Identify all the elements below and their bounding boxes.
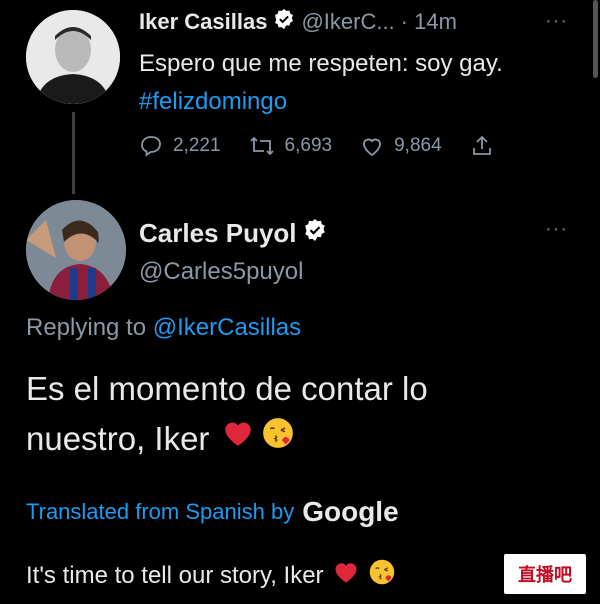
kiss-emoji: [261, 414, 295, 464]
tweet2-text: Es el momento de contar lo nuestro, Iker: [26, 364, 566, 464]
author-name[interactable]: Iker Casillas: [139, 9, 267, 35]
translated-text: It's time to tell our story, Iker: [26, 558, 396, 593]
like-icon: [363, 138, 381, 157]
author-handle[interactable]: @IkerC...: [301, 9, 394, 35]
verified-icon: [273, 8, 295, 36]
heart-emoji: [332, 558, 360, 593]
author-handle[interactable]: @Carles5puyol: [139, 258, 303, 286]
share-button[interactable]: [470, 134, 504, 158]
mention-link[interactable]: @IkerCasillas: [153, 314, 301, 341]
hashtag-link[interactable]: #felizdomingo: [139, 88, 287, 116]
heart-emoji: [221, 414, 255, 464]
more-options-icon[interactable]: ···: [545, 218, 568, 241]
tweet-time[interactable]: · 14m: [401, 9, 457, 35]
tweet2-text-line1: Es el momento de contar lo: [26, 370, 428, 407]
reply-icon: [141, 136, 161, 157]
tweet1-header: Iker Casillas @IkerC... · 14m: [139, 8, 457, 36]
like-button[interactable]: 9,864: [360, 134, 442, 158]
retweet-button[interactable]: 6,693: [249, 134, 333, 158]
more-options-icon[interactable]: ···: [545, 10, 568, 33]
avatar-iker-casillas[interactable]: [26, 10, 120, 104]
replying-prefix: Replying to: [26, 314, 153, 341]
retweet-count: 6,693: [284, 135, 333, 156]
kiss-emoji: [368, 558, 396, 593]
translation-attribution: Translated from Spanish by Google: [26, 496, 399, 528]
reply-button[interactable]: 2,221: [139, 134, 221, 158]
reply-count: 2,221: [173, 135, 221, 156]
like-count: 9,864: [394, 135, 442, 156]
thread-line: [72, 112, 75, 194]
translated-text-content: It's time to tell our story, Iker: [26, 561, 324, 589]
translated-by-link[interactable]: Translated from Spanish by: [26, 499, 294, 525]
scrollbar[interactable]: [593, 0, 598, 78]
author-name[interactable]: Carles Puyol: [139, 218, 297, 249]
verified-icon: [303, 218, 327, 249]
tweet2-text-line2: nuestro, Iker: [26, 420, 210, 457]
retweet-icon: [249, 136, 274, 156]
tweet2-header: Carles Puyol: [139, 218, 327, 249]
share-icon: [472, 135, 491, 155]
tweet1-actions: 2,221 6,693 9,864: [139, 134, 532, 158]
tweet1-text: Espero que me respeten: soy gay.: [139, 50, 503, 77]
avatar-carles-puyol[interactable]: [26, 200, 126, 300]
replying-to: Replying to @IkerCasillas: [26, 314, 301, 342]
google-logo: Google: [302, 496, 399, 527]
watermark-logo: 直播吧: [504, 554, 586, 594]
